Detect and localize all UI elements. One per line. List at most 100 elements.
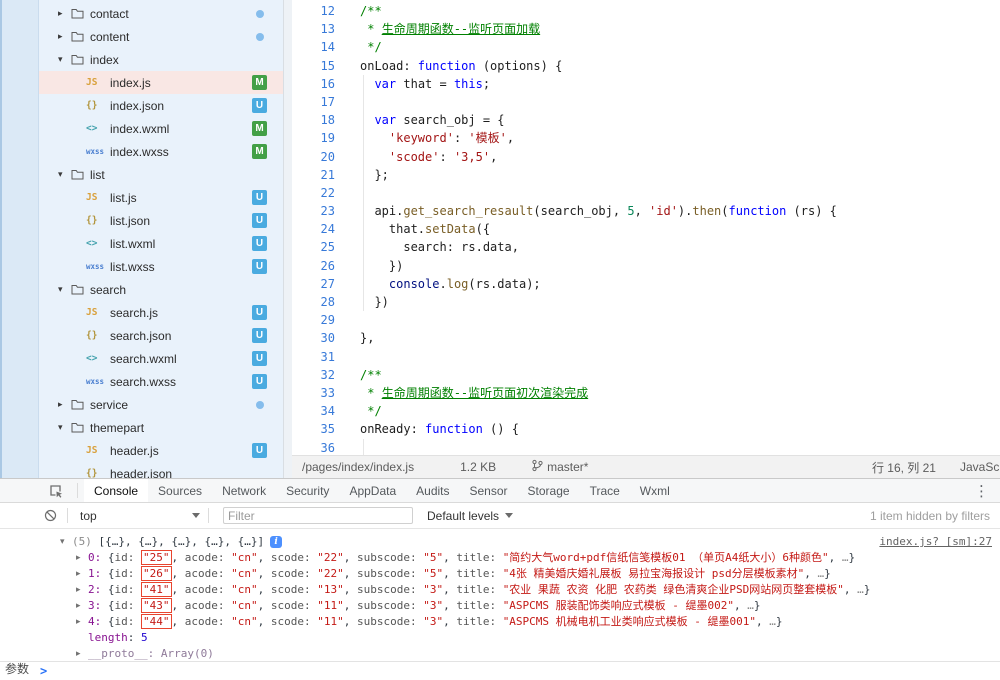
chevron-right-icon[interactable]: ▸ — [58, 400, 71, 410]
file-name: header.js — [110, 444, 159, 458]
clear-console-icon[interactable] — [44, 509, 57, 522]
tree-file-list.json[interactable]: {}list.jsonU — [39, 209, 283, 232]
tree-folder-contact[interactable]: ▸contact — [39, 2, 283, 25]
tab-storage[interactable]: Storage — [518, 479, 580, 502]
tab-sensor[interactable]: Sensor — [460, 479, 518, 502]
file-name: search.json — [110, 329, 171, 343]
chevron-down-icon[interactable]: ▾ — [58, 423, 71, 433]
tab-network[interactable]: Network — [212, 479, 276, 502]
console-array-item-1[interactable]: ▸1: {id: "26", acode: "cn", scode: "22",… — [0, 566, 1000, 582]
console-array-item-3[interactable]: ▸3: {id: "43", acode: "cn", scode: "11",… — [0, 598, 1000, 614]
file-name: search.js — [110, 306, 158, 320]
console-array-item-2[interactable]: ▸2: {id: "41", acode: "cn", scode: "13",… — [0, 582, 1000, 598]
tree-folder-list[interactable]: ▾list — [39, 163, 283, 186]
line-number: 35 — [292, 420, 344, 438]
log-levels-select[interactable]: Default levels — [427, 509, 513, 523]
chevron-right-icon[interactable]: ▸ — [76, 582, 81, 598]
bottom-left-label: 参数 — [5, 660, 29, 677]
tree-folder-index[interactable]: ▾index — [39, 48, 283, 71]
file-name: search.wxml — [110, 352, 177, 366]
wechat-devtools-window: ▸contact▸content▾indexJSindex.jsM{}index… — [0, 0, 1000, 680]
code-line-29: 29 — [292, 311, 1000, 329]
console-array-row[interactable]: ▾ (5) [{…}, {…}, {…}, {…}, {…}] i index.js?… — [0, 534, 1000, 550]
tree-file-index.json[interactable]: {}index.jsonU — [39, 94, 283, 117]
tab-security[interactable]: Security — [276, 479, 339, 502]
tree-file-header.json[interactable]: {}header.json — [39, 462, 283, 478]
tab-sources[interactable]: Sources — [148, 479, 212, 502]
tree-file-list.wxml[interactable]: <>list.wxmlU — [39, 232, 283, 255]
git-status-badge: M — [252, 121, 267, 136]
console-proto-row[interactable]: ▸__proto__: Array(0) — [0, 646, 1000, 661]
folder-icon — [71, 31, 84, 42]
array-length: (5) — [72, 535, 92, 548]
git-branch-icon — [532, 459, 543, 475]
chevron-right-icon[interactable]: ▸ — [58, 32, 71, 42]
console-array-item-4[interactable]: ▸4: {id: "44", acode: "cn", scode: "11",… — [0, 614, 1000, 630]
tree-file-list.js[interactable]: JSlist.jsU — [39, 186, 283, 209]
tree-file-header.js[interactable]: JSheader.jsU — [39, 439, 283, 462]
inspect-element-icon[interactable] — [40, 479, 71, 502]
chevron-down-icon[interactable]: ▾ — [60, 534, 65, 550]
file-name: index.wxss — [110, 145, 169, 159]
chevron-right-icon[interactable]: ▸ — [76, 646, 81, 661]
tree-folder-themepart[interactable]: ▾themepart — [39, 416, 283, 439]
code-line-32: 32/** — [292, 366, 1000, 384]
js-file-icon: JS — [86, 77, 110, 88]
console-output: ▾ (5) [{…}, {…}, {…}, {…}, {…}] i index.js?… — [0, 531, 1000, 661]
tree-file-index.wxss[interactable]: wxssindex.wxssM — [39, 140, 283, 163]
tab-wxml[interactable]: Wxml — [630, 479, 680, 502]
tree-folder-search[interactable]: ▾search — [39, 278, 283, 301]
execution-context-select[interactable]: top — [74, 509, 202, 523]
array-preview: [{…}, {…}, {…}, {…}, {…}] — [99, 535, 265, 548]
tree-folder-content[interactable]: ▸content — [39, 25, 283, 48]
git-status-badge: U — [252, 213, 267, 228]
console-array-item-0[interactable]: ▸0: {id: "25", acode: "cn", scode: "22",… — [0, 550, 1000, 566]
code-editor[interactable]: 12/**13 * 生命周期函数--监听页面加载14 */15onLoad: f… — [292, 0, 1000, 455]
tree-file-search.js[interactable]: JSsearch.jsU — [39, 301, 283, 324]
tree-file-search.json[interactable]: {}search.jsonU — [39, 324, 283, 347]
code-line-17: 17 — [292, 93, 1000, 111]
console-entries: ▸0: {id: "25", acode: "cn", scode: "22",… — [0, 550, 1000, 630]
tree-file-index.wxml[interactable]: <>index.wxmlM — [39, 117, 283, 140]
line-number: 19 — [292, 129, 344, 147]
tree-folder-service[interactable]: ▸service — [39, 393, 283, 416]
chevron-right-icon[interactable]: ▸ — [76, 566, 81, 582]
file-name: index.json — [110, 99, 164, 113]
chevron-right-icon[interactable]: ▸ — [76, 598, 81, 614]
line-number: 22 — [292, 184, 344, 202]
devtools-menu-icon[interactable]: ⋮ — [963, 479, 1000, 502]
info-icon[interactable]: i — [270, 536, 282, 548]
line-number: 36 — [292, 439, 344, 456]
code-line-25: 25 search: rs.data, — [292, 238, 1000, 256]
tree-file-list.wxss[interactable]: wxsslist.wxssU — [39, 255, 283, 278]
git-status-badge: U — [252, 98, 267, 113]
chevron-right-icon[interactable]: ▸ — [76, 614, 81, 630]
tab-audits[interactable]: Audits — [406, 479, 459, 502]
git-status-badge: U — [252, 305, 267, 320]
line-number: 12 — [292, 2, 344, 20]
console-filter-input[interactable] — [223, 507, 413, 524]
js-file-icon: JS — [86, 192, 110, 203]
console-prompt[interactable]: > — [0, 661, 1000, 680]
console-source-link[interactable]: index.js? [sm]:27 — [879, 534, 992, 550]
explorer-scrollbar[interactable] — [283, 0, 292, 478]
chevron-right-icon[interactable]: ▸ — [76, 550, 81, 566]
file-name: list.js — [110, 191, 137, 205]
folder-icon — [71, 54, 84, 65]
tab-console[interactable]: Console — [84, 479, 148, 502]
code-line-22: 22 — [292, 184, 1000, 202]
tree-file-search.wxml[interactable]: <>search.wxmlU — [39, 347, 283, 370]
tree-file-index.js[interactable]: JSindex.jsM — [39, 71, 283, 94]
file-name: list.json — [110, 214, 150, 228]
chevron-down-icon[interactable]: ▾ — [58, 170, 71, 180]
line-number: 34 — [292, 402, 344, 420]
chevron-down-icon[interactable]: ▾ — [58, 285, 71, 295]
git-status-badge: M — [252, 144, 267, 159]
tab-appdata[interactable]: AppData — [339, 479, 406, 502]
tab-trace[interactable]: Trace — [580, 479, 630, 502]
chevron-down-icon[interactable]: ▾ — [58, 55, 71, 65]
git-status-badge: U — [252, 374, 267, 389]
chevron-right-icon[interactable]: ▸ — [58, 9, 71, 19]
indent-guide — [363, 75, 364, 311]
tree-file-search.wxss[interactable]: wxsssearch.wxssU — [39, 370, 283, 393]
